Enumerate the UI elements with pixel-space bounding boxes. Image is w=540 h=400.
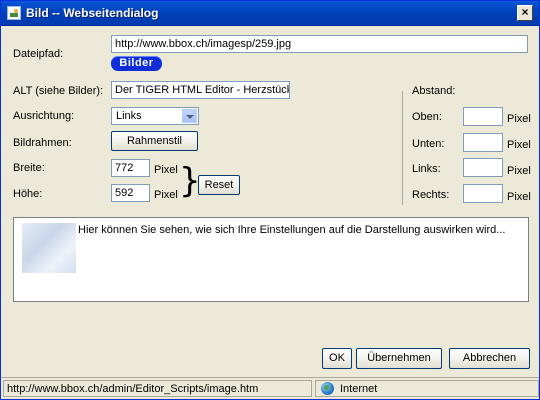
links-input[interactable] — [463, 158, 503, 177]
rechts-label: Rechts: — [412, 189, 450, 201]
hoehe-input[interactable]: 592 — [111, 184, 150, 202]
preview-text: Hier können Sie sehen, wie sich Ihre Ein… — [78, 224, 506, 236]
unten-pixel-unit: Pixel — [507, 139, 531, 151]
dateipfad-input[interactable]: http://www.bbox.ch/imagesp/259.jpg — [111, 35, 528, 53]
hoehe-pixel-unit: Pixel — [154, 189, 178, 201]
ok-button[interactable]: OK — [322, 348, 352, 369]
status-bar: http://www.bbox.ch/admin/Editor_Scripts/… — [1, 377, 539, 399]
unten-label: Unten: — [412, 138, 445, 150]
globe-icon — [321, 382, 334, 395]
preview-panel: Hier können Sie sehen, wie sich Ihre Ein… — [13, 217, 529, 302]
rahmenstil-button[interactable]: Rahmenstil — [111, 131, 198, 151]
dialog-window: Bild -- Webseitendialog × Dateipfad: htt… — [0, 0, 540, 400]
breite-input[interactable]: 772 — [111, 159, 150, 177]
links-pixel-unit: Pixel — [507, 165, 531, 177]
vertical-divider — [402, 91, 403, 205]
links-label: Links: — [412, 163, 441, 175]
alt-input[interactable]: Der TIGER HTML Editor - Herzstück d — [111, 81, 290, 99]
status-zone: Internet — [315, 380, 539, 397]
abstand-title: Abstand: — [412, 85, 456, 97]
apply-button[interactable]: Übernehmen — [356, 348, 442, 369]
reset-button[interactable]: Reset — [198, 175, 240, 195]
oben-label: Oben: — [412, 111, 442, 123]
alt-label: ALT (siehe Bilder): — [13, 85, 104, 97]
oben-input[interactable] — [463, 107, 503, 126]
rechts-pixel-unit: Pixel — [507, 191, 531, 203]
window-title: Bild -- Webseitendialog — [26, 6, 159, 20]
dateipfad-label: Dateipfad: — [13, 48, 64, 60]
bildrahmen-label: Bildrahmen: — [13, 137, 72, 149]
unten-input[interactable] — [463, 133, 503, 152]
chevron-down-icon[interactable] — [182, 109, 197, 123]
picture-icon — [7, 6, 21, 20]
bilder-button[interactable]: Bilder — [111, 56, 162, 71]
cancel-button[interactable]: Abbrechen — [449, 348, 530, 369]
ausrichtung-select[interactable]: Links — [111, 107, 199, 125]
title-bar[interactable]: Bild -- Webseitendialog × — [1, 1, 539, 26]
close-button[interactable]: × — [517, 5, 533, 21]
ausrichtung-value: Links — [116, 110, 142, 122]
preview-image — [22, 223, 76, 273]
hoehe-label: Höhe: — [13, 188, 43, 200]
zone-label: Internet — [340, 383, 378, 395]
breite-label: Breite: — [13, 162, 45, 174]
status-url: http://www.bbox.ch/admin/Editor_Scripts/… — [3, 380, 312, 397]
oben-pixel-unit: Pixel — [507, 113, 531, 125]
ausrichtung-label: Ausrichtung: — [13, 110, 75, 122]
rechts-input[interactable] — [463, 184, 503, 203]
breite-pixel-unit: Pixel — [154, 164, 178, 176]
